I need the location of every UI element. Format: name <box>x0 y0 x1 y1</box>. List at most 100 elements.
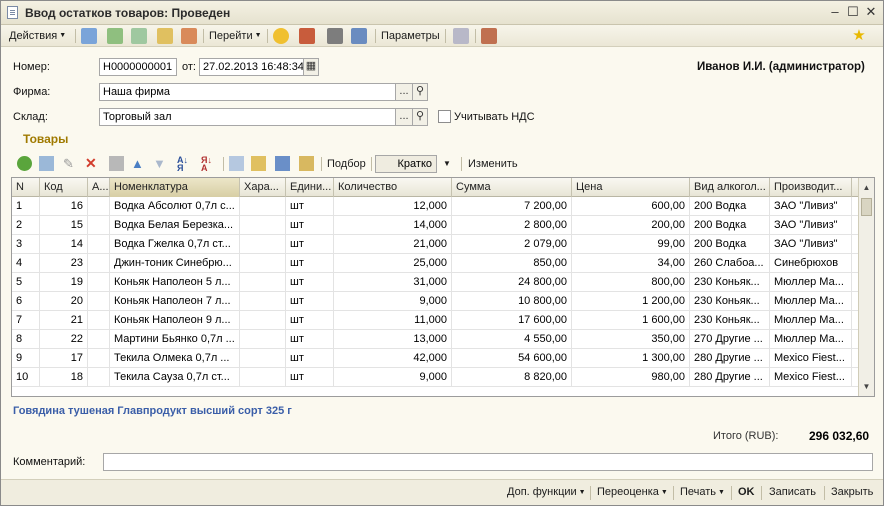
number-label: Номер: <box>13 61 50 73</box>
warehouse-field[interactable]: Торговый зал <box>99 108 397 126</box>
column-header[interactable]: Количество <box>334 178 452 197</box>
table-cell: 34,00 <box>572 254 690 273</box>
table-cell: шт <box>286 273 334 292</box>
goto-menu[interactable]: Перейти ▼ <box>209 28 262 44</box>
column-header[interactable]: Едини... <box>286 178 334 197</box>
column-header[interactable]: Хара... <box>240 178 286 197</box>
delete-row-icon[interactable]: ✕ <box>85 156 100 171</box>
close-window-button[interactable]: ✕ <box>863 4 879 20</box>
sort-asc-icon[interactable]: A↓ Я <box>177 156 192 173</box>
firm-open-icon[interactable]: ⚲ <box>412 83 428 101</box>
save-button[interactable]: Записать <box>769 486 816 498</box>
number-field[interactable]: Н0000000001 <box>99 58 177 76</box>
table-cell: Водка Абсолют 0,7л с... <box>110 197 240 216</box>
column-header[interactable]: Номенклатура <box>110 178 240 197</box>
comment-field[interactable] <box>103 453 873 471</box>
column-header[interactable]: N <box>12 178 40 197</box>
actions-menu[interactable]: Действия ▼ <box>9 28 66 44</box>
goods-table[interactable]: N Код А... Номенклатура Хара... Едини... Колич… <box>11 177 875 397</box>
ok-button[interactable]: OK <box>738 486 755 498</box>
move-up-icon[interactable]: ▲ <box>131 156 146 171</box>
table-cell <box>240 368 286 387</box>
view-mode-dropdown-icon[interactable]: ▼ <box>443 156 451 172</box>
table-row[interactable]: 7 21 Коньяк Наполеон 9 л... шт 11,000 17 600,… <box>12 311 858 330</box>
table-row[interactable]: 1 16 Водка Абсолют 0,7л с... шт 12,000 7 200,… <box>12 197 858 216</box>
documents-icon[interactable] <box>453 28 469 44</box>
checklist-icon[interactable] <box>351 28 367 44</box>
table-cell: Текила Олмека 0,7л ... <box>110 349 240 368</box>
vat-label: Учитывать НДС <box>454 111 535 123</box>
warehouse-open-icon[interactable]: ⚲ <box>412 108 428 126</box>
post-icon[interactable] <box>81 28 97 44</box>
structure-icon[interactable] <box>157 28 173 44</box>
hierarchy-icon[interactable] <box>299 28 315 44</box>
edit-row-icon[interactable]: ✎ <box>63 156 78 171</box>
table-cell: шт <box>286 216 334 235</box>
scroll-down-icon[interactable]: ▼ <box>859 379 874 394</box>
select-button[interactable]: Подбор <box>327 156 366 172</box>
move-down-icon[interactable]: ▼ <box>153 156 168 171</box>
copy-row-icon[interactable] <box>39 156 54 171</box>
column-header[interactable]: А... <box>88 178 110 197</box>
table-row[interactable]: 8 22 Мартини Бьянко 0,7л ... шт 13,000 4 550,… <box>12 330 858 349</box>
document-icon <box>7 6 18 19</box>
table-cell: Мюллер Ма... <box>770 292 852 311</box>
print-menu[interactable]: Печать ▼ <box>680 486 725 498</box>
revalue-menu[interactable]: Переоценка ▼ <box>597 486 668 498</box>
copy-icon[interactable] <box>131 28 147 44</box>
firm-select-button[interactable]: ... <box>395 83 413 101</box>
firm-field[interactable]: Наша фирма <box>99 83 397 101</box>
column-header[interactable]: Сумма <box>452 178 572 197</box>
table-cell <box>240 216 286 235</box>
parameters-button[interactable]: Параметры <box>381 28 440 44</box>
change-button[interactable]: Изменить <box>468 156 518 172</box>
maximize-button[interactable]: ☐ <box>845 4 861 20</box>
table-row[interactable]: 4 23 Джин-тоник Синебрю... шт 25,000 850,00 34… <box>12 254 858 273</box>
table-cell: 4 <box>12 254 40 273</box>
close-button[interactable]: Закрыть <box>831 486 873 498</box>
vertical-scrollbar[interactable]: ▲ ▼ <box>858 178 874 396</box>
table-row[interactable]: 9 17 Текила Олмека 0,7л ... шт 42,000 54 600,… <box>12 349 858 368</box>
table-row[interactable]: 3 14 Водка Гжелка 0,7л ст... шт 21,000 2 079,… <box>12 235 858 254</box>
list-icon[interactable] <box>327 28 343 44</box>
main-toolbar: Действия ▼ Перейти ▼ Параметры ★ <box>1 25 883 47</box>
table-row[interactable]: 10 18 Текила Сауза 0,7л ст... шт 9,000 8 820,… <box>12 368 858 387</box>
table-cell: 7 200,00 <box>452 197 572 216</box>
column-header[interactable]: Код <box>40 178 88 197</box>
view-mode-select[interactable]: Кратко <box>375 155 437 173</box>
calendar-icon[interactable]: ▦ <box>303 58 319 76</box>
fill-icon[interactable] <box>299 156 314 171</box>
table-cell: 10 800,00 <box>452 292 572 311</box>
favorite-star-icon[interactable]: ★ <box>851 28 867 44</box>
paste-icon[interactable] <box>251 156 266 171</box>
table-row[interactable]: 5 19 Коньяк Наполеон 5 л... шт 31,000 24 800,… <box>12 273 858 292</box>
table-cell: 12,000 <box>334 197 452 216</box>
table-cell: 31,000 <box>334 273 452 292</box>
table-cell: шт <box>286 197 334 216</box>
extra-functions-menu[interactable]: Доп. функции ▼ <box>507 486 586 498</box>
end-edit-icon[interactable] <box>109 156 124 171</box>
minimize-button[interactable]: ‒ <box>827 4 843 20</box>
column-header[interactable]: Цена <box>572 178 690 197</box>
table-row[interactable]: 6 20 Коньяк Наполеон 7 л... шт 9,000 10 800,0… <box>12 292 858 311</box>
column-header[interactable]: Производит... <box>770 178 852 197</box>
table-cell <box>240 292 286 311</box>
help-icon[interactable] <box>273 28 289 44</box>
paste-add-icon[interactable] <box>275 156 290 171</box>
refresh-icon[interactable] <box>107 28 123 44</box>
date-field[interactable]: 27.02.2013 16:48:34 <box>199 58 305 76</box>
table-cell: 19 <box>40 273 88 292</box>
column-header[interactable]: Вид алкогол... <box>690 178 770 197</box>
table-cell: шт <box>286 330 334 349</box>
table-row[interactable]: 2 15 Водка Белая Березка... шт 14,000 2 800,0… <box>12 216 858 235</box>
vat-checkbox[interactable] <box>438 110 451 123</box>
scroll-thumb[interactable] <box>861 198 872 216</box>
warehouse-select-button[interactable]: ... <box>395 108 413 126</box>
movements-icon[interactable] <box>181 28 197 44</box>
sort-desc-icon[interactable]: Я↓ A <box>201 156 216 173</box>
scroll-up-icon[interactable]: ▲ <box>859 180 874 195</box>
copy-clipboard-icon[interactable] <box>229 156 244 171</box>
add-row-icon[interactable] <box>17 156 32 171</box>
print-preview-icon[interactable] <box>481 28 497 44</box>
table-cell: 800,00 <box>572 273 690 292</box>
